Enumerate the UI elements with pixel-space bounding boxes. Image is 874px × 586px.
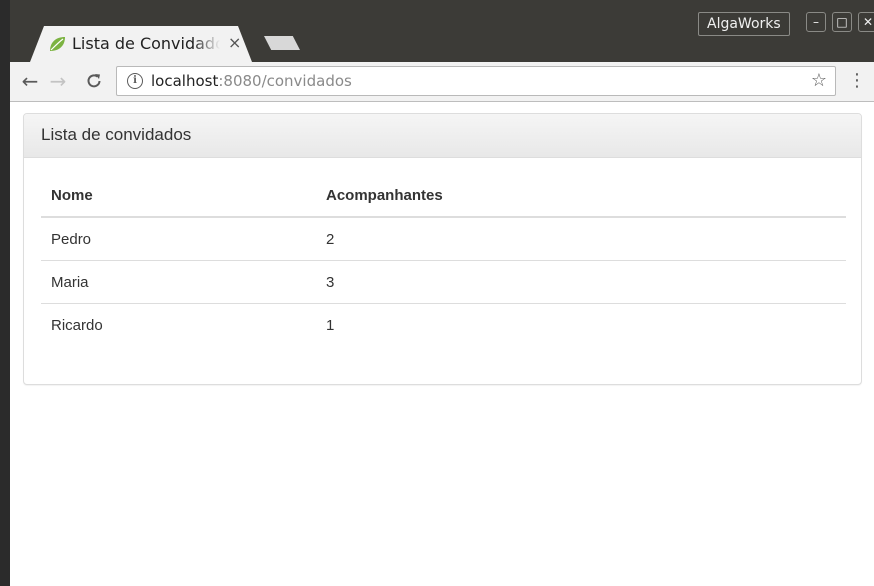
maximize-icon[interactable]: □ — [832, 12, 852, 32]
guest-companions: 3 — [316, 260, 846, 304]
guest-name: Ricardo — [41, 303, 316, 346]
guest-name: Pedro — [51, 230, 92, 248]
page-content: Lista de convidados Nome Acompanhantes P… — [10, 102, 874, 586]
browser-toolbar: ← → i localhost:8080/convidados ☆ ⋮ — [10, 62, 874, 102]
table-row: Maria 3 — [41, 260, 846, 304]
table-row: Ricardo 1 — [41, 303, 846, 346]
url-host: localhost — [151, 72, 219, 90]
browser-menu-icon[interactable]: ⋮ — [848, 70, 866, 92]
panel-title: Lista de convidados — [41, 125, 192, 144]
title-bar: Lista de Convidados × AlgaWorks – □ ✕ — [10, 0, 874, 62]
column-header-nome: Nome — [41, 175, 316, 218]
tab-title: Lista de Convidados — [72, 34, 220, 53]
spring-leaf-icon — [48, 36, 66, 56]
back-arrow-icon[interactable]: ← — [18, 69, 42, 93]
guest-companions: 2 — [326, 230, 335, 248]
active-tab[interactable]: Lista de Convidados × — [30, 26, 252, 62]
guest-list-panel: Lista de convidados Nome Acompanhantes P… — [23, 113, 862, 385]
reload-icon[interactable] — [82, 69, 106, 93]
info-icon[interactable]: i — [127, 73, 143, 89]
guest-companions: 1 — [316, 303, 846, 346]
profile-button[interactable]: AlgaWorks — [698, 12, 790, 36]
url-path: :8080/convidados — [218, 72, 352, 90]
table-header-row: Nome Acompanhantes — [41, 175, 846, 218]
guest-name: Maria — [41, 260, 316, 304]
url-text: localhost:8080/convidados — [151, 71, 352, 91]
address-bar[interactable]: i localhost:8080/convidados ☆ — [116, 66, 836, 96]
table-row: Pedro 2 — [41, 217, 846, 261]
column-header-acompanhantes: Acompanhantes — [316, 175, 846, 218]
new-tab-button[interactable] — [264, 36, 300, 50]
desktop-edge — [0, 0, 10, 586]
forward-arrow-icon[interactable]: → — [46, 69, 70, 93]
browser-window: Lista de Convidados × AlgaWorks – □ ✕ ← … — [0, 0, 874, 586]
panel-heading: Lista de convidados — [24, 114, 861, 158]
minimize-icon[interactable]: – — [806, 12, 826, 32]
bookmark-star-icon[interactable]: ☆ — [811, 70, 827, 91]
guest-table: Nome Acompanhantes Pedro 2 Maria 3 Ricar… — [41, 175, 846, 346]
close-window-icon[interactable]: ✕ — [858, 12, 874, 32]
tab-close-icon[interactable]: × — [228, 33, 241, 52]
